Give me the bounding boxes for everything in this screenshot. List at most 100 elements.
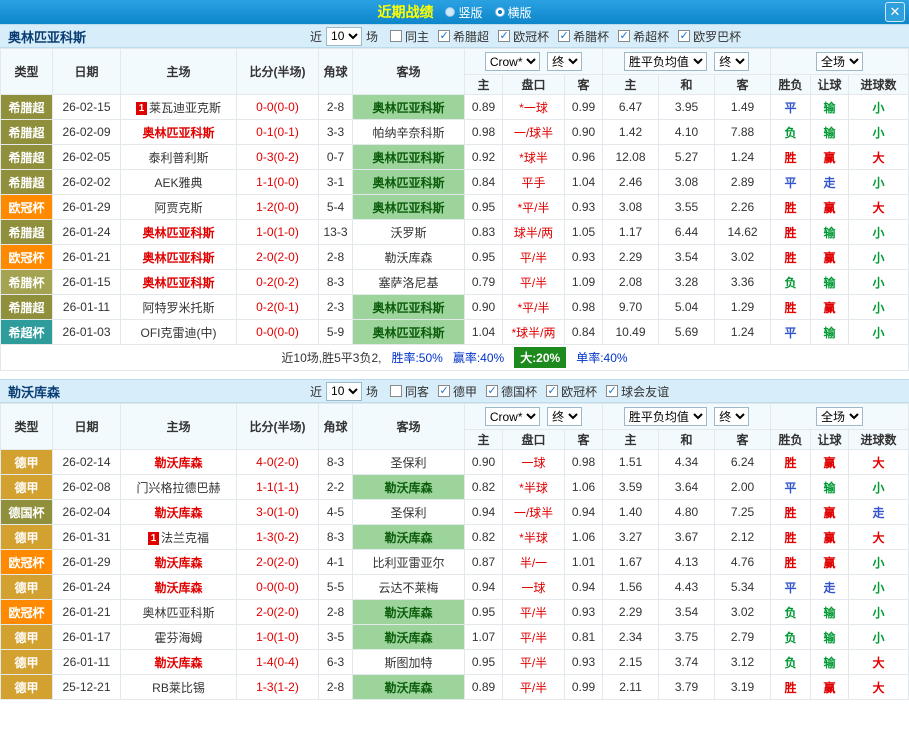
home-team-name: 法兰克福 <box>160 530 209 545</box>
col-header-corner: 角球 <box>318 403 353 450</box>
date-cell: 26-01-21 <box>52 599 121 625</box>
filter-checkbox[interactable]: 同主 <box>390 28 429 45</box>
asian-home-odds-cell: 0.98 <box>464 119 503 145</box>
euro-home-odds-cell: 2.08 <box>602 269 660 295</box>
away-team-cell: 奥林匹亚科斯 <box>352 144 465 170</box>
euro-away-odds-cell: 2.00 <box>714 474 772 500</box>
asian-final-select[interactable]: 终 <box>547 407 583 426</box>
summary-stat: 大:20% <box>514 347 567 368</box>
euro-draw-odds-cell: 3.54 <box>658 244 716 270</box>
recent-count-select[interactable]: 10 <box>326 381 363 401</box>
col-header-away: 客场 <box>352 48 465 95</box>
filter-checkbox[interactable]: ✓ 德国杯 <box>486 383 537 400</box>
euro-final-select[interactable]: 终 <box>714 52 750 71</box>
goals-cell: 小 <box>848 94 909 120</box>
asian-away-odds-cell: 1.05 <box>563 219 604 245</box>
handicap-result-cell: 走 <box>810 169 850 195</box>
summary-stat: 胜率:50% <box>391 351 443 365</box>
layout-vertical-radio[interactable]: 竖版 <box>445 4 483 21</box>
goals-cell: 小 <box>848 244 909 270</box>
league-filter-checkboxes: 同客 ✓ 德甲 ✓ 德国杯 ✓ 欧冠杯 ✓ 球会友谊 <box>390 383 669 400</box>
euro-avg-select[interactable]: 胜平负均值 <box>623 407 707 426</box>
handicap-result-cell: 输 <box>810 94 850 120</box>
euro-away-odds-cell: 2.89 <box>714 169 772 195</box>
checkbox-checked-icon: ✓ <box>678 30 691 42</box>
match-row: 德国杯 26-02-04 勒沃库森 3-0(1-0) 4-5 圣保利 0.94 一/球半 0.9… <box>0 499 909 525</box>
handicap-result-cell: 输 <box>810 269 850 295</box>
checkbox-label: 德甲 <box>453 384 478 399</box>
filter-checkbox[interactable]: 同客 <box>390 383 429 400</box>
col-header-euro-draw: 和 <box>658 429 716 450</box>
handicap-cell: *半球 <box>502 474 565 500</box>
filter-checkbox[interactable]: ✓ 希超杯 <box>618 28 669 45</box>
home-team-name: OFI克雷迪(中) <box>140 325 217 340</box>
league-cell: 欧冠杯 <box>0 194 53 220</box>
filter-checkbox[interactable]: ✓ 德甲 <box>438 383 477 400</box>
asian-final-select[interactable]: 终 <box>547 52 583 71</box>
score-cell: 1-4(0-4) <box>236 649 319 675</box>
col-header-euro-home: 主 <box>602 429 660 450</box>
layout-horizontal-radio[interactable]: 横版 <box>494 4 532 21</box>
home-team-name: 勒沃库森 <box>154 655 203 670</box>
home-team-cell: 勒沃库森 <box>120 449 237 475</box>
match-row: 希腊超 26-02-09 奥林匹亚科斯 0-1(0-1) 3-3 帕纳辛奈科斯 0.98 一/… <box>0 119 909 145</box>
league-cell: 德甲 <box>0 649 53 675</box>
match-row: 德甲 26-01-24 勒沃库森 0-0(0-0) 5-5 云达不莱梅 0.94 一球 0.94… <box>0 574 909 600</box>
recent-prefix-label: 近 <box>310 29 323 44</box>
euro-home-odds-cell: 1.67 <box>602 549 660 575</box>
col-header-score: 比分(半场) <box>236 48 319 95</box>
date-cell: 26-01-03 <box>52 319 121 345</box>
match-row: 希腊超 26-02-15 1 莱瓦迪亚克斯 0-0(0-0) 2-8 奥林匹亚科斯 0.89 *… <box>0 94 909 120</box>
corner-cell: 6-3 <box>318 649 353 675</box>
euro-avg-select[interactable]: 胜平负均值 <box>623 52 707 71</box>
away-team-cell: 奥林匹亚科斯 <box>352 194 465 220</box>
away-team-cell: 圣保利 <box>352 499 465 525</box>
date-cell: 26-01-11 <box>52 294 121 320</box>
checkbox-label: 欧冠杯 <box>513 29 550 44</box>
home-team-name: RB莱比锡 <box>152 680 205 695</box>
recent-count-select[interactable]: 10 <box>326 26 363 46</box>
filter-checkbox[interactable]: ✓ 希腊杯 <box>558 28 609 45</box>
close-button[interactable]: ✕ <box>885 2 905 22</box>
handicap-result-cell: 输 <box>810 219 850 245</box>
asian-away-odds-cell: 0.81 <box>563 624 604 650</box>
team-recent-section-2: 勒沃库森 近 10 场 同客 ✓ 德甲 ✓ 德国杯 ✓ 欧冠杯 ✓ 球会友谊 类型 日期 主场 … <box>0 379 909 700</box>
home-team-cell: 奥林匹亚科斯 <box>120 119 237 145</box>
match-scope-select[interactable]: 全场 <box>816 407 864 426</box>
asian-away-odds-cell: 1.09 <box>563 269 604 295</box>
corner-cell: 5-4 <box>318 194 353 220</box>
radio-selected-icon <box>494 7 505 17</box>
scope-controls: 全场 <box>770 48 909 75</box>
col-header-euro-draw: 和 <box>658 74 716 95</box>
euro-away-odds-cell: 7.25 <box>714 499 772 525</box>
date-cell: 26-02-09 <box>52 119 121 145</box>
away-team-name: 勒沃库森 <box>384 530 433 545</box>
match-scope-select[interactable]: 全场 <box>816 52 864 71</box>
euro-home-odds-cell: 6.47 <box>602 94 660 120</box>
filter-checkbox[interactable]: ✓ 欧罗巴杯 <box>678 28 741 45</box>
checkbox-label: 欧罗巴杯 <box>693 29 742 44</box>
euro-final-select[interactable]: 终 <box>714 407 750 426</box>
away-team-cell: 勒沃库森 <box>352 624 465 650</box>
filter-checkbox[interactable]: ✓ 欧冠杯 <box>498 28 549 45</box>
home-team-cell: 奥林匹亚科斯 <box>120 219 237 245</box>
filter-checkbox[interactable]: ✓ 球会友谊 <box>606 383 669 400</box>
date-cell: 26-02-08 <box>52 474 121 500</box>
goals-cell: 大 <box>848 144 909 170</box>
odds-company-select[interactable]: Crow* <box>484 52 540 71</box>
asian-home-odds-cell: 0.87 <box>464 549 503 575</box>
handicap-result-cell: 输 <box>810 649 850 675</box>
filter-checkbox[interactable]: ✓ 希腊超 <box>438 28 489 45</box>
goals-cell: 大 <box>848 524 909 550</box>
euro-draw-odds-cell: 3.74 <box>658 649 716 675</box>
filter-checkbox[interactable]: ✓ 欧冠杯 <box>546 383 597 400</box>
score-cell: 0-0(0-0) <box>236 319 319 345</box>
col-header-euro-away: 客 <box>714 74 772 95</box>
league-cell: 德甲 <box>0 449 53 475</box>
away-team-cell: 塞萨洛尼基 <box>352 269 465 295</box>
col-header-asian-home: 主 <box>464 429 503 450</box>
odds-company-select[interactable]: Crow* <box>484 407 540 426</box>
away-team-name: 奥林匹亚科斯 <box>372 175 445 190</box>
corner-cell: 8-3 <box>318 449 353 475</box>
asian-home-odds-cell: 0.95 <box>464 244 503 270</box>
